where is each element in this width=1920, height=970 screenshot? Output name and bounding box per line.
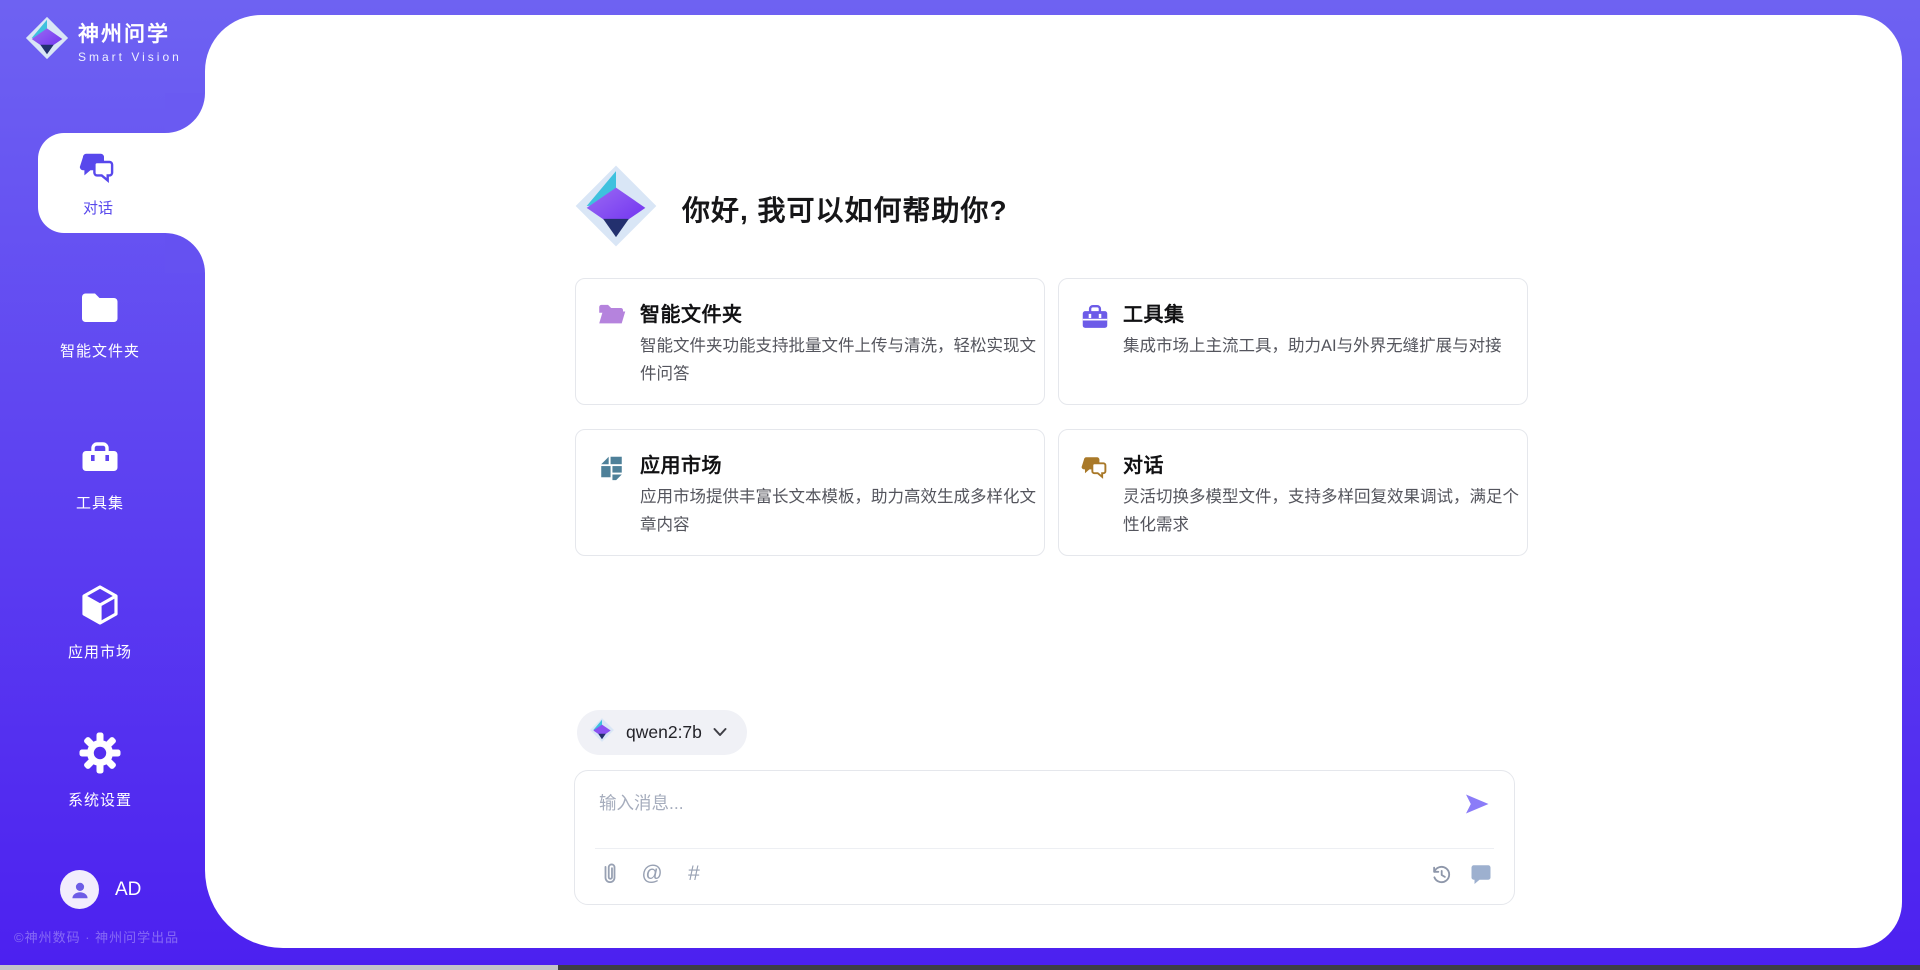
greeting-logo-diamond-icon	[572, 162, 660, 255]
sidebar-item-settings[interactable]: 系统设置	[0, 731, 200, 810]
folder-open-icon	[597, 302, 627, 333]
sidebar-item-smart-folder[interactable]: 智能文件夹	[0, 290, 200, 361]
model-name: qwen2:7b	[626, 722, 702, 743]
gear-icon	[78, 731, 122, 780]
composer-divider	[595, 848, 1494, 849]
card-title: 工具集	[1123, 298, 1185, 327]
chat-icon	[1080, 453, 1110, 486]
folder-icon	[79, 290, 121, 331]
sidebar-item-label: 智能文件夹	[60, 340, 140, 361]
feature-card-chat[interactable]: 对话 灵活切换多模型文件，支持多样回复效果调试，满足个性化需求	[1058, 429, 1528, 556]
card-title: 智能文件夹	[640, 298, 743, 327]
card-title: 对话	[1123, 449, 1164, 478]
cube-icon	[79, 583, 121, 632]
card-description: 应用市场提供丰富长文本模板，助力高效生成多样化文章内容	[640, 483, 1040, 539]
copyright-text: ©神州数码 · 神州问学出品	[14, 927, 179, 946]
card-title: 应用市场	[640, 449, 722, 478]
sidebar-item-label: 系统设置	[68, 789, 132, 810]
chat-bubble-icon[interactable]	[1468, 859, 1494, 889]
model-selector[interactable]: qwen2:7b	[577, 710, 747, 755]
greeting-title: 你好, 我可以如何帮助你?	[682, 189, 1008, 229]
brand: 神州问学 Smart Vision	[24, 15, 182, 66]
tab-fillet-bottom	[165, 233, 205, 273]
message-composer: @ #	[574, 770, 1515, 905]
sidebar-item-label: 工具集	[76, 492, 124, 513]
horizontal-scrollbar[interactable]	[0, 965, 1920, 970]
toolbox-icon	[1080, 302, 1110, 335]
card-description: 集成市场上主流工具，助力AI与外界无缝扩展与对接	[1123, 332, 1523, 360]
chevron-down-icon	[713, 724, 727, 742]
history-icon[interactable]	[1428, 859, 1454, 889]
attachment-icon[interactable]	[597, 859, 623, 889]
brand-name: 神州问学	[78, 18, 182, 48]
user-profile[interactable]: AD	[60, 870, 141, 909]
message-input[interactable]	[599, 785, 1419, 821]
sidebar-item-toolset[interactable]: 工具集	[0, 438, 200, 513]
card-description: 智能文件夹功能支持批量文件上传与清洗，轻松实现文件问答	[640, 332, 1040, 388]
feature-card-smart-folder[interactable]: 智能文件夹 智能文件夹功能支持批量文件上传与清洗，轻松实现文件问答	[575, 278, 1045, 405]
model-logo-diamond-icon	[589, 717, 615, 748]
user-initials: AD	[115, 879, 141, 901]
sidebar-item-chat[interactable]: 对话	[38, 133, 158, 233]
feature-card-app-market[interactable]: 应用市场 应用市场提供丰富长文本模板，助力高效生成多样化文章内容	[575, 429, 1045, 556]
toolbox-icon	[79, 438, 121, 483]
sidebar-item-label: 应用市场	[68, 641, 132, 662]
chat-icon	[78, 148, 118, 191]
avatar	[60, 870, 99, 909]
send-button[interactable]	[1460, 787, 1494, 821]
card-description: 灵活切换多模型文件，支持多样回复效果调试，满足个性化需求	[1123, 483, 1523, 539]
greeting: 你好, 我可以如何帮助你?	[572, 162, 1008, 255]
sidebar-item-app-market[interactable]: 应用市场	[0, 583, 200, 662]
sidebar-item-label: 对话	[83, 197, 113, 218]
grid-3d-icon	[597, 453, 626, 486]
mention-icon[interactable]: @	[639, 859, 665, 889]
feature-card-toolset[interactable]: 工具集 集成市场上主流工具，助力AI与外界无缝扩展与对接	[1058, 278, 1528, 405]
scrollbar-thumb[interactable]	[0, 965, 558, 970]
hashtag-icon[interactable]: #	[681, 859, 707, 889]
brand-subtitle: Smart Vision	[78, 50, 182, 64]
brand-logo-diamond-icon	[24, 15, 70, 66]
tab-fillet-top	[165, 93, 205, 133]
